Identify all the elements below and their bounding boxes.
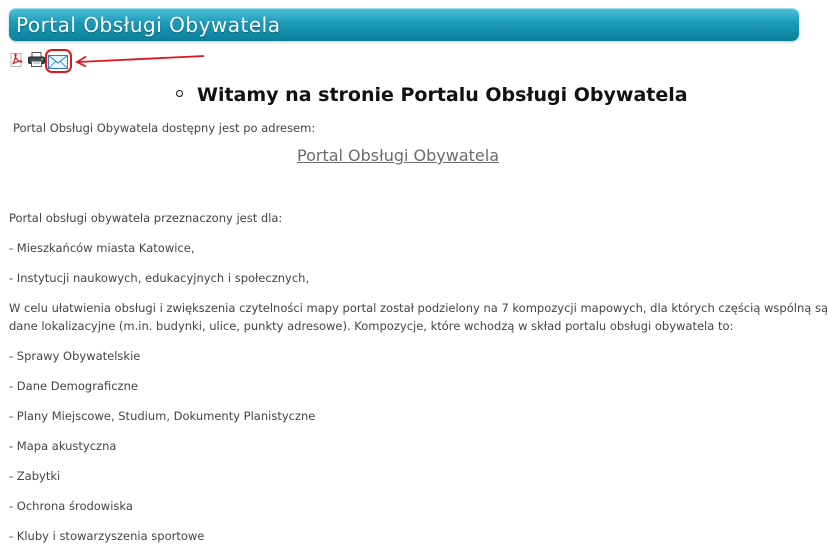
page-title: Portal Obsługi Obywatela <box>16 13 281 37</box>
list-item: - Dane Demograficzne <box>9 379 138 393</box>
welcome-heading-text: Witamy na stronie Portalu Obsługi Obywat… <box>197 84 688 106</box>
portal-link[interactable]: Portal Obsługi Obywatela <box>297 146 499 165</box>
list-item: - Ochrona środowiska <box>9 499 133 513</box>
pdf-icon[interactable] <box>10 52 23 71</box>
bullet-icon <box>176 90 183 97</box>
intro-text: Portal Obsługi Obywatela dostępny jest p… <box>13 121 316 135</box>
email-highlight-marker <box>45 49 72 73</box>
title-bar: Portal Obsługi Obywatela <box>9 8 799 41</box>
page: Portal Obsługi Obywatela Witamy na stron… <box>0 0 827 546</box>
list-item: - Sprawy Obywatelskie <box>9 349 141 363</box>
list-item: - Mapa akustyczna <box>9 439 117 453</box>
list-item: - Mieszkańców miasta Katowice, <box>9 241 195 255</box>
description-text: W celu ułatwienia obsługi i zwiększenia … <box>9 301 827 315</box>
list-item: - Kluby i stowarzyszenia sportowe <box>9 529 205 543</box>
list-item: - Zabytki <box>9 469 61 483</box>
list-item: - Plany Miejscowe, Studium, Dokumenty Pl… <box>9 409 316 423</box>
description-text: dane lokalizacyjne (m.in. budynki, ulice… <box>9 319 734 333</box>
purpose-text: Portal obsługi obywatela przeznaczony je… <box>9 211 283 225</box>
list-item: - Instytucji naukowych, edukacyjnych i s… <box>9 271 310 285</box>
annotation-arrow-icon <box>70 52 206 72</box>
print-icon[interactable] <box>28 52 45 71</box>
welcome-heading: Witamy na stronie Portalu Obsługi Obywat… <box>176 84 688 106</box>
